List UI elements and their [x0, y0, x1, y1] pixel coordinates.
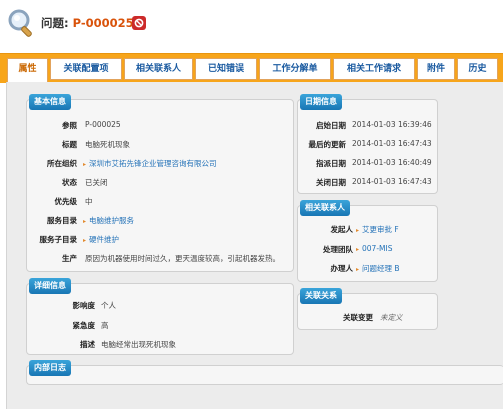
subservice-link[interactable]: 硬件维护 — [89, 235, 119, 244]
team-link[interactable]: 007-MIS — [362, 244, 392, 253]
initiator-label: 发起人 — [330, 225, 354, 234]
date-info-panel: 日期信息 启始日期 2014-01-03 16:39:46 最后的更新 2014… — [297, 94, 438, 194]
bullet-arrow-icon: ▸ — [83, 237, 87, 244]
tab-attributes[interactable]: 属性 — [7, 58, 48, 84]
service-value[interactable]: ▸ 电脑维护服务 — [83, 215, 134, 226]
service-label: 服务目录 — [47, 216, 77, 225]
magnifier-icon — [6, 8, 36, 38]
initiator-value[interactable]: ▸ 艾更审批 F — [356, 224, 399, 235]
title-value: 电脑死机现象 — [85, 140, 130, 149]
tab-known-errors[interactable]: 已知错误 — [195, 58, 257, 80]
bullet-arrow-icon: ▸ — [83, 218, 87, 225]
start-date-label: 启始日期 — [316, 121, 346, 130]
basic-info-panel: 基本信息 参照 P-000025 标题 电脑死机现象 所在组织 ▸ 深圳市艾拓先锋… — [26, 94, 294, 272]
page-header: 问题: P-000025 — [0, 0, 503, 46]
production-label: 生产 — [62, 254, 77, 263]
start-date-value: 2014-01-03 16:39:46 — [352, 120, 432, 129]
tab-content: 基本信息 参照 P-000025 标题 电脑死机现象 所在组织 ▸ 深圳市艾拓先锋… — [6, 82, 503, 409]
handler-value[interactable]: ▸ 问题经理 B — [356, 263, 400, 274]
related-change-value: 未定义 — [380, 313, 403, 322]
bullet-arrow-icon: ▸ — [356, 266, 360, 273]
detail-info-title: 详细信息 — [29, 278, 71, 294]
relations-panel: 关联关系 关联变更 未定义 — [297, 288, 438, 330]
service-link[interactable]: 电脑维护服务 — [89, 216, 134, 225]
description-label: 描述 — [80, 340, 95, 349]
org-link[interactable]: 深圳市艾拓先锋企业管理咨询有限公司 — [89, 159, 217, 168]
close-button[interactable] — [132, 16, 146, 30]
priority-value: 中 — [85, 197, 93, 206]
ref-label: 参照 — [62, 121, 77, 130]
production-value: 原因为机器使用时间过久，更天温度较高，引起机器发热。 — [85, 254, 280, 263]
description-value: 电脑经常出现死机现象 — [101, 340, 176, 349]
last-update-value: 2014-01-03 16:47:43 — [352, 139, 432, 148]
assign-date-value: 2014-01-03 16:40:49 — [352, 158, 432, 167]
subservice-value[interactable]: ▸ 硬件维护 — [83, 234, 119, 245]
org-value[interactable]: ▸ 深圳市艾拓先锋企业管理咨询有限公司 — [83, 158, 217, 169]
tab-work-breakdown[interactable]: 工作分解单 — [259, 58, 331, 80]
detail-info-panel: 详细信息 影响度 个人 紧急度 高 描述 电脑经常出现死机现象 — [26, 278, 294, 355]
close-icon — [134, 18, 144, 28]
page-title: 问题: P-000025 — [41, 15, 134, 31]
bullet-arrow-icon: ▸ — [356, 246, 360, 253]
problem-id: P-000025 — [72, 16, 134, 30]
priority-label: 优先级 — [54, 197, 78, 206]
bullet-arrow-icon: ▸ — [83, 161, 87, 168]
tab-contacts[interactable]: 相关联系人 — [124, 58, 193, 80]
contacts-title: 相关联系人 — [300, 200, 350, 216]
subservice-label: 服务子目录 — [39, 235, 78, 244]
title-label: 标题 — [62, 140, 77, 149]
initiator-link[interactable]: 艾更审批 F — [362, 225, 399, 234]
close-date-label: 关闭日期 — [316, 178, 346, 187]
close-date-value: 2014-01-03 16:47:43 — [352, 177, 432, 186]
impact-value: 个人 — [101, 301, 116, 310]
team-value[interactable]: ▸ 007-MIS — [356, 244, 392, 253]
date-info-title: 日期信息 — [300, 94, 342, 110]
urgency-value: 高 — [101, 321, 109, 330]
tab-bar: 属性 关联配置项 相关联系人 已知错误 工作分解单 相关工作请求 附件 历史 — [0, 53, 503, 84]
last-update-label: 最后的更新 — [308, 140, 347, 149]
contacts-panel: 相关联系人 发起人 ▸ 艾更审批 F 处理团队 ▸ 007-MIS 办理人 ▸ 问题经… — [297, 200, 438, 282]
handler-label: 办理人 — [330, 264, 354, 273]
urgency-label: 紧急度 — [72, 321, 96, 330]
internal-log-title[interactable]: 内部日志 — [29, 360, 71, 376]
related-change-label: 关联变更 — [343, 313, 373, 322]
status-value: 已关闭 — [85, 178, 108, 187]
bullet-arrow-icon: ▸ — [356, 227, 360, 234]
status-label: 状态 — [62, 178, 77, 187]
org-label: 所在组织 — [47, 159, 77, 168]
tab-work-requests[interactable]: 相关工作请求 — [333, 58, 415, 80]
tab-config-items[interactable]: 关联配置项 — [50, 58, 122, 80]
handler-link[interactable]: 问题经理 B — [362, 264, 400, 273]
tab-attachments[interactable]: 附件 — [417, 58, 455, 80]
relations-title: 关联关系 — [300, 288, 342, 304]
basic-info-title: 基本信息 — [29, 94, 71, 110]
ref-value: P-000025 — [85, 120, 121, 129]
internal-log-panel: 内部日志 — [26, 360, 503, 385]
tab-history[interactable]: 历史 — [457, 58, 498, 80]
team-label: 处理团队 — [323, 245, 353, 254]
page-title-label: 问题: — [41, 16, 69, 30]
assign-date-label: 指派日期 — [316, 159, 346, 168]
impact-label: 影响度 — [72, 301, 96, 310]
